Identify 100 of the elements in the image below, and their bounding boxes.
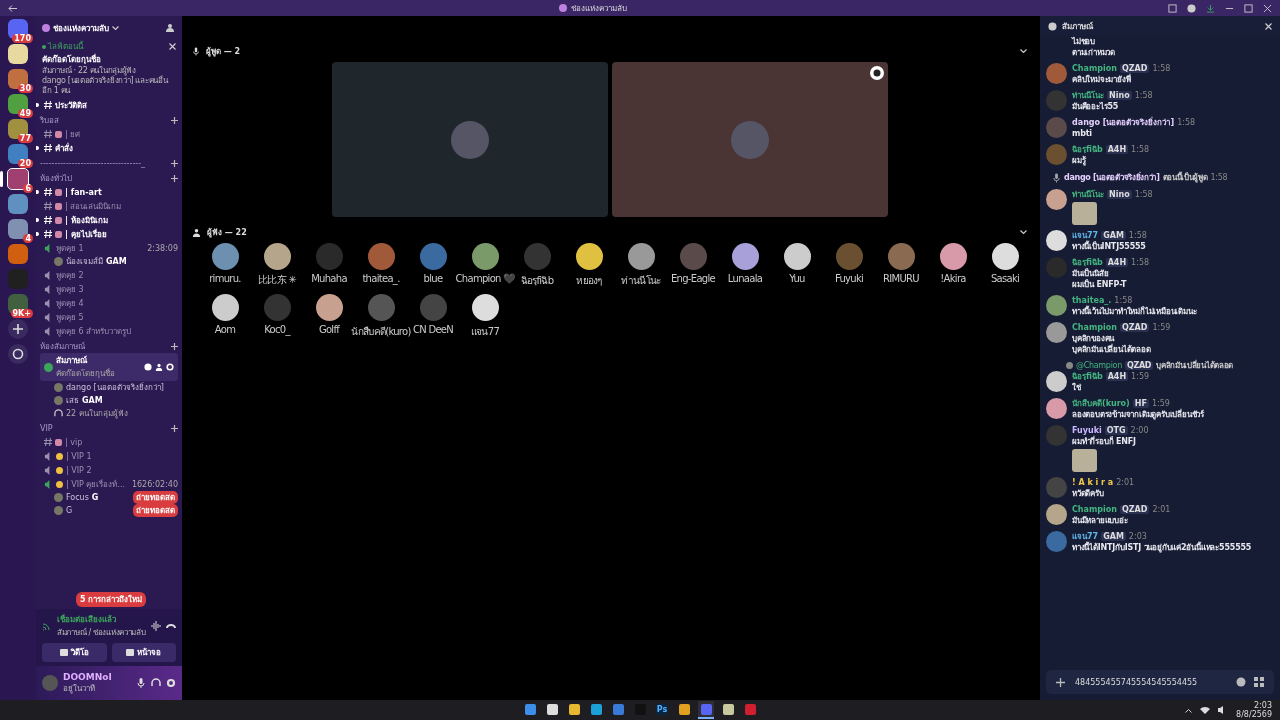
- stage-channel[interactable]: สัมภาษณ์ คัดก๊อดโดยกุนชื่อ: [40, 353, 178, 381]
- add-icon[interactable]: [1056, 677, 1065, 687]
- category-header[interactable]: VIP: [40, 424, 53, 433]
- voice-channel[interactable]: พูดคุย 5: [40, 310, 178, 324]
- download-icon[interactable]: [1206, 3, 1215, 13]
- user-avatar[interactable]: [1046, 322, 1067, 343]
- listener-avatar[interactable]: [471, 294, 499, 321]
- user-avatar[interactable]: [1046, 371, 1067, 392]
- add-channel-icon[interactable]: [171, 175, 178, 182]
- user-name[interactable]: น้องเจมส์มี: [66, 255, 103, 268]
- listener-avatar[interactable]: [315, 294, 343, 321]
- collapse-icon[interactable]: [1020, 48, 1027, 54]
- speaker-tile[interactable]: [331, 62, 608, 217]
- user-name[interactable]: Focus: [66, 493, 89, 502]
- close-icon[interactable]: [1265, 22, 1272, 30]
- inbox-icon[interactable]: [1168, 3, 1177, 13]
- user-name[interactable]: เสธ: [66, 394, 79, 407]
- voice-channel[interactable]: พูดคุย 2: [40, 268, 178, 282]
- author-name[interactable]: Champion: [1072, 505, 1117, 514]
- listener-avatar[interactable]: [731, 243, 759, 270]
- author-name[interactable]: ฉิอรฺfiฉิb: [1072, 143, 1103, 156]
- listener-avatar[interactable]: [575, 243, 603, 270]
- text-channel[interactable]: | ห้องมินิเกม: [40, 213, 178, 227]
- voice-channel[interactable]: | VIP 2: [40, 463, 178, 477]
- close-icon[interactable]: [169, 43, 176, 50]
- listener-avatar[interactable]: [939, 243, 967, 270]
- author-name[interactable]: ท่านนีโนะ: [1072, 89, 1104, 102]
- server-icon[interactable]: [8, 44, 28, 64]
- collapse-icon[interactable]: [1020, 229, 1027, 235]
- clock-time[interactable]: 2:03: [1254, 701, 1272, 710]
- category-header[interactable]: -----------------------------------_: [40, 159, 146, 168]
- add-channel-icon[interactable]: [171, 117, 178, 124]
- voice-channel[interactable]: พูดคุย 4: [40, 296, 178, 310]
- voice-channel[interactable]: พูดคุย 1 2:38:09: [40, 241, 178, 255]
- listener-avatar[interactable]: [471, 243, 499, 270]
- text-channel[interactable]: | ยศ: [40, 127, 178, 141]
- add-channel-icon[interactable]: [171, 160, 178, 167]
- author-name[interactable]: dango [นอตอตัวจริงยิ่งกว่า]: [1064, 171, 1160, 184]
- author-name[interactable]: dango [นอตอตัวจริงยิ่งกว่า]: [1072, 116, 1175, 129]
- people-icon[interactable]: [155, 363, 163, 371]
- message-input[interactable]: 484555455745554545554455: [1073, 676, 1227, 688]
- server-icon[interactable]: [8, 294, 28, 314]
- text-channel[interactable]: | สอนเล่นมินิเกม: [40, 199, 178, 213]
- wifi-icon[interactable]: [1200, 706, 1211, 714]
- listener-avatar[interactable]: [991, 243, 1019, 270]
- author-name[interactable]: Fuyuki: [1072, 426, 1102, 435]
- author-name[interactable]: ฉิอรฺfiฉิb: [1072, 370, 1103, 383]
- chevron-icon[interactable]: [1185, 707, 1193, 713]
- author-name[interactable]: thaitea_.: [1072, 296, 1112, 305]
- user-name[interactable]: G: [66, 506, 73, 515]
- close-icon[interactable]: [1263, 3, 1272, 13]
- voice-channel[interactable]: พูดคุย 3: [40, 282, 178, 296]
- text-channel[interactable]: ประวัติดิส: [40, 98, 178, 112]
- author-name[interactable]: Champion: [1072, 64, 1117, 73]
- add-server-icon[interactable]: [8, 319, 28, 339]
- listener-avatar[interactable]: [263, 243, 291, 270]
- author-name[interactable]: ท่านนีโนะ: [1072, 188, 1104, 201]
- category-header[interactable]: ห้องสัมภาษณ์: [40, 340, 85, 353]
- server-name[interactable]: ช่องแห่งความลับ: [53, 21, 109, 35]
- message-field[interactable]: 484555455745554545554455: [1046, 670, 1274, 694]
- video-button[interactable]: วิดีโอ: [42, 643, 107, 662]
- add-channel-icon[interactable]: [171, 343, 178, 350]
- microphone-icon[interactable]: [136, 678, 146, 688]
- user-avatar[interactable]: [1046, 189, 1067, 210]
- text-channel[interactable]: | vip: [40, 435, 178, 449]
- event-title[interactable]: คัดก๊อดโดยกุนชื่อ: [42, 53, 176, 66]
- voice-channel[interactable]: | VIP 1: [40, 449, 178, 463]
- user-name[interactable]: dango [นอตอตัวจริงยิ่งกว่า]: [66, 381, 164, 394]
- text-channel[interactable]: | fan-art: [40, 185, 178, 199]
- author-name[interactable]: ฉิอรฺfiฉิb: [1072, 256, 1103, 269]
- app-icon[interactable]: [698, 701, 714, 719]
- text-channel[interactable]: คำสั่ง: [40, 141, 178, 155]
- mentions-badge[interactable]: 5 การกล่าวถึงใหม่: [76, 592, 147, 607]
- user-avatar[interactable]: [1046, 230, 1067, 251]
- author-name[interactable]: ! A k i r a: [1072, 478, 1114, 487]
- maximize-icon[interactable]: [1244, 3, 1253, 13]
- screen-share-button[interactable]: หน้าจอ: [111, 643, 176, 662]
- listener-avatar[interactable]: [627, 243, 655, 270]
- author-name[interactable]: นักสืบคดี(kuro): [1072, 397, 1130, 410]
- add-channel-icon[interactable]: [171, 425, 178, 432]
- user-avatar[interactable]: [1046, 295, 1067, 316]
- clock-date[interactable]: 8/8/2569: [1236, 710, 1272, 719]
- speaker-tile[interactable]: [611, 62, 888, 217]
- voice-channel[interactable]: | VIP คุยเรื่องท์... 1626:02:40: [40, 477, 178, 491]
- reply-text[interactable]: บุคลิกมันเปลี่ยนได้ตลอด: [1156, 359, 1234, 372]
- category-header[interactable]: ห้องทั่วไป: [40, 172, 72, 185]
- listener-avatar[interactable]: [783, 243, 811, 270]
- listener-avatar[interactable]: [211, 294, 239, 321]
- text-channel[interactable]: | คุยไปเรื่อย: [40, 227, 178, 241]
- category-header[interactable]: ริบอส: [40, 114, 59, 127]
- chevron-icon[interactable]: [112, 25, 119, 31]
- author-name[interactable]: Champion: [1072, 323, 1117, 332]
- listener-avatar[interactable]: [211, 243, 239, 270]
- user-avatar[interactable]: [1046, 504, 1067, 525]
- reply-author[interactable]: @Champion: [1076, 361, 1122, 370]
- apps-icon[interactable]: [1254, 677, 1264, 687]
- user-avatar[interactable]: [1046, 398, 1067, 419]
- disconnect-icon[interactable]: [166, 621, 176, 631]
- connection-location[interactable]: สัมภาษณ์ / ช่องแห่งความลับ: [57, 626, 146, 639]
- voice-channel[interactable]: พูดคุย 6 สำหรับวาดรูป: [40, 324, 178, 338]
